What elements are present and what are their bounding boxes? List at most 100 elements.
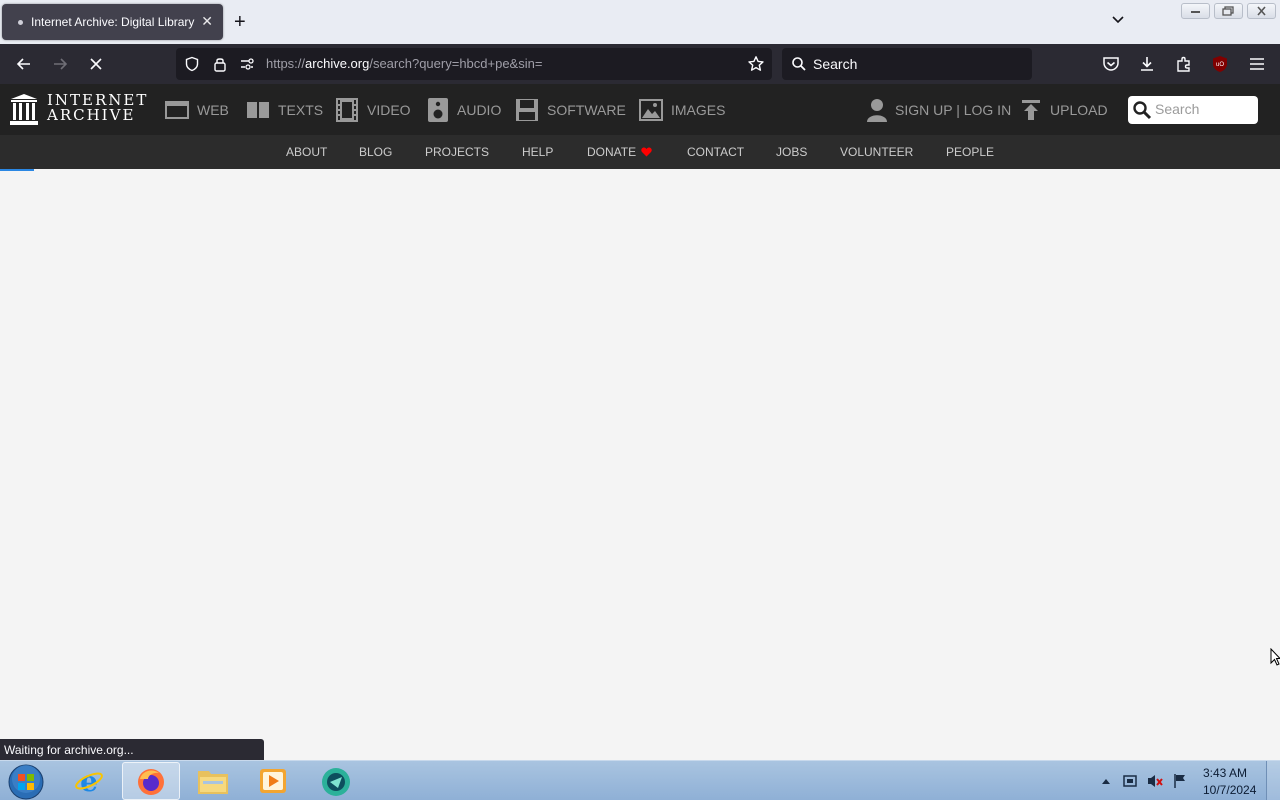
nav-help[interactable]: HELP	[522, 145, 553, 159]
tab-strip: Internet Archive: Digital Library ✕ +	[0, 0, 1280, 44]
start-button[interactable]	[0, 762, 54, 800]
film-icon	[336, 98, 358, 122]
permissions-icon[interactable]	[239, 56, 255, 72]
extensions-icon[interactable]	[1174, 54, 1194, 74]
loading-dot-icon	[18, 19, 23, 25]
ublock-origin-icon[interactable]: uO	[1210, 54, 1230, 74]
nav-texts[interactable]: TEXTS	[246, 97, 323, 123]
firefox-icon	[138, 769, 164, 795]
restore-icon	[1222, 6, 1234, 16]
book-icon	[247, 102, 269, 118]
site-search-form[interactable]	[1128, 96, 1258, 124]
search-placeholder: Search	[813, 56, 858, 72]
floppy-icon	[516, 99, 538, 121]
window-minimize-button[interactable]	[1181, 3, 1210, 19]
shield-icon[interactable]	[184, 56, 200, 72]
stop-loading-icon[interactable]	[86, 54, 106, 74]
search-icon	[792, 57, 806, 71]
taskbar-file-explorer[interactable]	[184, 762, 242, 800]
back-arrow-icon[interactable]	[14, 54, 34, 74]
show-desktop-button[interactable]	[1266, 761, 1280, 800]
ia-secondary-navigation: ABOUT BLOG PROJECTS HELP DONATE CONTACT …	[0, 135, 1280, 169]
taskbar-internet-explorer[interactable]: e	[60, 762, 118, 800]
mouse-cursor-icon	[1270, 648, 1280, 666]
clock-date[interactable]: 10/7/2024	[1203, 783, 1256, 797]
heart-icon[interactable]	[641, 147, 652, 157]
forward-arrow-icon[interactable]	[50, 54, 70, 74]
folder-icon	[198, 771, 228, 794]
browser-tab[interactable]: Internet Archive: Digital Library ✕	[2, 4, 223, 40]
nav-contact[interactable]: CONTACT	[687, 145, 744, 159]
nav-projects[interactable]: PROJECTS	[425, 145, 489, 159]
web-icon	[165, 101, 189, 119]
url-path: /search?query=hbcd+pe&sin=	[369, 56, 543, 71]
nav-donate[interactable]: DONATE	[587, 145, 636, 159]
url-scheme: https://	[266, 56, 306, 71]
app-icon	[322, 768, 350, 796]
upload-link[interactable]: UPLOAD	[1020, 97, 1108, 123]
nav-web-label: WEB	[197, 102, 229, 118]
nav-video[interactable]: VIDEO	[335, 97, 411, 123]
nav-volunteer[interactable]: VOLUNTEER	[840, 145, 913, 159]
windows-taskbar: e 3:43 AM 10/7/2024	[0, 760, 1280, 800]
nav-images-label: IMAGES	[671, 102, 726, 118]
nav-web[interactable]: WEB	[165, 97, 229, 123]
nav-people[interactable]: PEOPLE	[946, 145, 994, 159]
upload-icon	[1022, 100, 1040, 120]
window-close-button[interactable]	[1247, 3, 1276, 19]
new-tab-button[interactable]: +	[234, 10, 246, 34]
media-player-icon	[260, 769, 286, 793]
nav-software-label: SOFTWARE	[547, 102, 626, 118]
pocket-icon[interactable]	[1101, 54, 1121, 74]
search-icon[interactable]	[1132, 100, 1152, 120]
logo-line-2: ARCHIVE	[47, 106, 136, 124]
flag-icon[interactable]	[1172, 773, 1188, 789]
bookmark-star-icon[interactable]	[747, 55, 765, 73]
address-bar[interactable]: https://archive.org/search?query=hbcd+pe…	[176, 48, 772, 80]
show-hidden-icons-icon[interactable]	[1101, 777, 1111, 785]
action-center-icon[interactable]	[1122, 773, 1140, 789]
nav-software[interactable]: SOFTWARE	[515, 97, 626, 123]
ia-top-navigation: INTERNET ARCHIVE WEB TEXTS VIDEO AUDIO S…	[0, 84, 1280, 135]
internet-archive-logo-icon[interactable]	[9, 93, 39, 126]
clock-time[interactable]: 3:43 AM	[1203, 766, 1247, 780]
tab-title: Internet Archive: Digital Library	[31, 15, 195, 29]
minimize-icon	[1191, 11, 1200, 13]
list-all-tabs-icon[interactable]	[1110, 12, 1126, 28]
svg-text:uO: uO	[1216, 62, 1224, 68]
site-search-input[interactable]	[1155, 101, 1251, 117]
svg-text:e: e	[80, 766, 98, 796]
windows-start-orb-icon	[8, 764, 44, 800]
browser-search-box[interactable]: Search	[782, 48, 1032, 80]
downloads-icon[interactable]	[1137, 54, 1157, 74]
user-icon	[867, 99, 887, 122]
menu-hamburger-icon[interactable]	[1247, 54, 1267, 74]
taskbar-media-player[interactable]	[244, 762, 302, 800]
taskbar-app[interactable]	[308, 762, 366, 800]
taskbar-firefox[interactable]	[122, 762, 180, 800]
volume-muted-icon[interactable]	[1146, 773, 1164, 789]
page-content	[0, 171, 1280, 760]
nav-about[interactable]: ABOUT	[286, 145, 327, 159]
close-icon	[1257, 6, 1266, 16]
window-restore-button[interactable]	[1214, 3, 1243, 19]
nav-blog[interactable]: BLOG	[359, 145, 392, 159]
speaker-icon	[428, 98, 448, 122]
url-text[interactable]: https://archive.org/search?query=hbcd+pe…	[266, 56, 542, 71]
nav-audio-label: AUDIO	[457, 102, 502, 118]
url-host: archive.org	[305, 56, 370, 71]
lock-icon[interactable]	[212, 55, 228, 73]
nav-video-label: VIDEO	[367, 102, 411, 118]
internet-archive-logo-text[interactable]: INTERNET ARCHIVE	[47, 93, 148, 123]
tab-close-icon[interactable]: ✕	[201, 13, 213, 30]
sign-up-log-in-link[interactable]: SIGN UP | LOG IN	[866, 97, 1011, 123]
nav-texts-label: TEXTS	[278, 102, 324, 118]
internet-explorer-icon: e	[75, 766, 103, 796]
sign-up-log-in-label: SIGN UP | LOG IN	[895, 102, 1012, 118]
status-panel: Waiting for archive.org...	[0, 739, 264, 760]
image-icon	[639, 99, 663, 121]
nav-jobs[interactable]: JOBS	[776, 145, 807, 159]
nav-audio[interactable]: AUDIO	[427, 97, 501, 123]
nav-images[interactable]: IMAGES	[639, 97, 725, 123]
navigation-toolbar: https://archive.org/search?query=hbcd+pe…	[0, 44, 1280, 84]
